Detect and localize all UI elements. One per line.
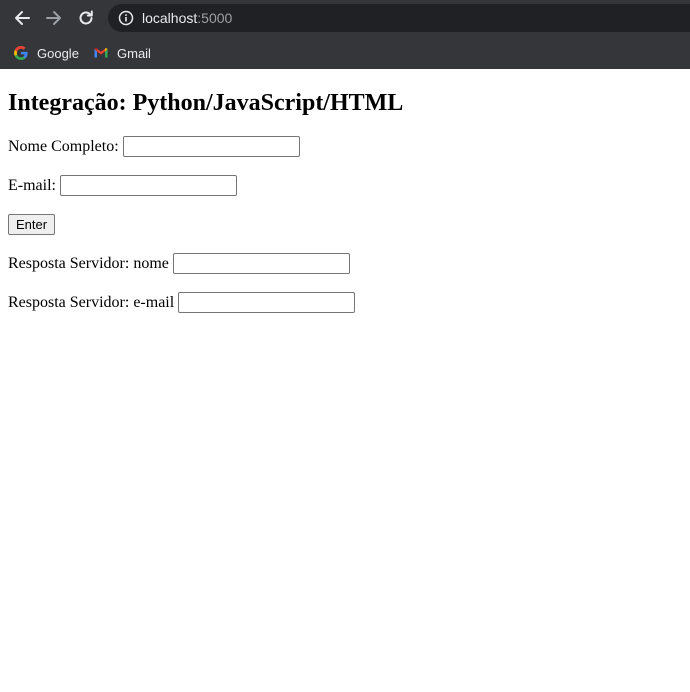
resp-email-label: Resposta Servidor: e-mail [8,293,175,311]
resp-nome-input[interactable] [172,253,350,274]
resp-email-row: Resposta Servidor: e-mail [8,292,356,313]
bookmarks-bar: Google Gmail [0,36,690,69]
browser-toolbar: localhost:5000 [0,0,690,36]
resp-nome-label: Resposta Servidor: nome [8,254,169,272]
url-port: :5000 [197,10,233,26]
reload-icon [77,9,95,27]
enter-button[interactable]: Enter [8,214,56,235]
bookmark-gmail[interactable]: Gmail [93,41,151,65]
email-label: E-mail: [8,176,56,194]
bookmark-google-label: Google [37,45,79,61]
resp-email-input[interactable] [178,292,356,313]
arrow-right-icon [45,9,63,27]
bookmark-gmail-label: Gmail [117,45,151,61]
forward-button[interactable] [42,6,66,30]
back-button[interactable] [10,6,34,30]
email-input[interactable] [59,175,237,196]
page-content: Integração: Python/JavaScript/HTML Nome … [0,69,690,692]
url-host: localhost [142,10,198,26]
google-icon [13,45,29,61]
url-text: localhost:5000 [142,10,232,26]
email-row: E-mail: [8,175,237,196]
nome-row: Nome Completo: [8,136,300,157]
gmail-icon [93,45,109,61]
nome-label: Nome Completo: [8,137,119,155]
page-title: Integração: Python/JavaScript/HTML [8,90,404,116]
address-bar[interactable]: localhost:5000 [108,4,690,32]
enter-row: Enter [8,214,56,235]
nome-input[interactable] [122,136,300,157]
bookmark-google[interactable]: Google [13,41,79,65]
arrow-left-icon [13,9,31,27]
resp-nome-row: Resposta Servidor: nome [8,253,350,274]
reload-button[interactable] [74,6,98,30]
browser-chrome: localhost:5000 Google Gmail [0,0,690,69]
info-icon[interactable] [118,10,134,26]
